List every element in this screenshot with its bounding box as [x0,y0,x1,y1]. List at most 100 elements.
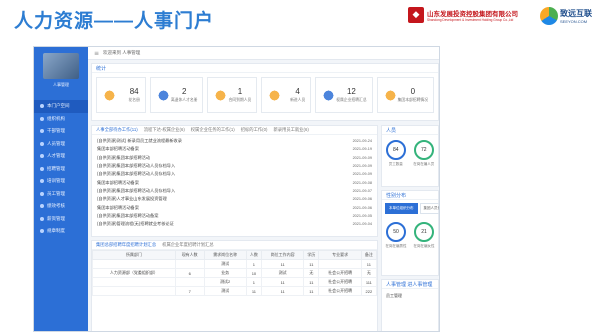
table-cell: 11 [245,286,263,296]
summary-tabs: 集团总部招聘年度招聘计划汇总 权属企业年度招聘计划汇总 [92,241,377,250]
task-date: 2021-09-06 [352,205,372,210]
table-cell: 社会公开招聘 [318,286,362,296]
talent-icon [40,154,44,159]
sidebar-item-staff[interactable]: 员工管理 [34,188,88,201]
table-cell: 测试 [203,259,247,269]
table-header-cell: 备注 [360,250,378,260]
stat-card[interactable]: 0 集团本部招聘情况 [376,77,434,113]
table-header-cell: 专业要求 [318,250,362,260]
task-date: 2021-09-06 [352,197,372,202]
task-title[interactable]: 集团本部招聘活动备案 [97,205,314,211]
task-row[interactable]: 集团本部招聘活动备案 2021-09-19 [97,145,372,153]
kpi-icon [40,204,44,209]
dist-tab[interactable]: 集团人员分布 [419,203,439,214]
task-row[interactable]: 集团本部招聘活动备案 2021-09-08 [97,178,372,186]
task-tab[interactable]: 权属企业任务的工作(1) [191,127,235,133]
task-title[interactable]: (自供资源)人才事业山东发展投资管理 [97,196,314,202]
table-row: 测试2 1 11 11 社会公开招聘 111 [92,277,378,287]
table-cell: 11 [303,259,320,269]
staff-icon [40,191,44,196]
task-title[interactable]: (自供资源)集团本部招聘活动人员存档导入 [97,163,314,169]
avatar[interactable] [43,53,79,79]
sidebar-item-rules[interactable]: 规章制度 [34,225,88,238]
sidebar-item-label: 干部管理 [47,128,65,134]
stat-circle: 21 在岗在编女性 [414,222,435,249]
task-row[interactable]: (自供资源)集团本部招聘活动备案 2021-09-05 [97,212,372,220]
table-cell [174,259,205,269]
portal-window: 人事管理 本门户空间 组织机构 干部管理 人员管理 人才管理 招聘管理 培训管理… [33,46,440,332]
sidebar-item-kpi[interactable]: 绩效考核 [34,200,88,213]
area-icon [267,87,283,103]
stat-card[interactable]: 12 权属企业招聘汇总 [315,77,373,113]
sidebar-item-salary[interactable]: 薪资管理 [34,213,88,226]
dist-tab[interactable]: 本单位组织分布 [385,203,418,214]
table-cell: 10 [245,268,263,278]
summary-tab[interactable]: 权属企业年度招聘计划汇总 [162,242,214,248]
seeyon-logo-mark [540,7,558,25]
stat-number: 84 [129,87,139,96]
task-title[interactable]: 集团本部招聘活动备案 [97,180,314,186]
table-cell: 11 [261,277,305,287]
bar-icon [213,87,229,103]
task-row[interactable]: (自供资源)管理流程(无)招聘就业考核论证 2021-09-04 [97,220,372,228]
sdic-name-cn: 山东发展投资控股集团有限公司 [427,11,518,18]
task-title[interactable]: (自供资源)集团本部招聘活动人员存档导入 [97,188,314,194]
mgmt-sub[interactable]: 员工管理 [382,289,438,303]
task-row[interactable]: (自供资源)测试) 新录用员工就业流程最新收录 2021-09-24 [97,137,372,145]
stat-label: 新进人员 [290,98,306,102]
task-date: 2021-09-08 [352,180,372,185]
task-tab[interactable]: 新录用员工就业(6) [273,127,308,133]
sidebar-item-label: 人员管理 [47,140,65,146]
task-title[interactable]: (自供资源)集团本部招聘活动 [97,155,314,161]
sidebar-item-cadre[interactable]: 干部管理 [34,125,88,138]
task-row[interactable]: (自供资源)人才事业山东发展投资管理 2021-09-06 [97,195,372,203]
table-cell: 111 [360,277,378,287]
sidebar-item-label: 员工管理 [47,190,65,196]
table-cell: 11 [360,259,378,269]
task-row[interactable]: 集团本部招聘活动备案 2021-09-06 [97,203,372,211]
table-cell: 业务 [203,268,247,278]
sidebar-item-label: 组织机构 [47,115,65,121]
topbar: ≡ 欢迎来到 人事管理 [88,47,439,60]
sidebar-item-home[interactable]: 本门户空间 [34,100,88,113]
task-date: 2021-09-24 [352,139,372,144]
stats-panel: 统计 84 花名册 2 离退休人才名册 1 合同到期人员 4 新进人员 12 权属企业招聘汇总 0 集… [91,63,439,121]
task-title[interactable]: (自供资源)管理流程(无)招聘就业考核论证 [97,221,314,227]
task-title[interactable]: 集团本部招聘活动备案 [97,146,314,152]
trend-icon [155,87,171,103]
sidebar-item-training[interactable]: 培训管理 [34,175,88,188]
task-date: 2021-09-07 [352,188,372,193]
task-tab[interactable]: 招标的工作(0) [241,127,268,133]
stat-card[interactable]: 4 新进人员 [261,77,312,113]
menu-icon[interactable]: ≡ [94,50,99,57]
sidebar-item-label: 薪资管理 [47,215,65,221]
task-tab[interactable]: 人事全部待办工作(11) [96,127,138,133]
dist-circles: 50 在岗在编男性 21 在岗在编女性 [382,217,438,249]
task-title[interactable]: (自供资源)集团本部招聘活动人员存档导入 [97,171,314,177]
sidebar-item-talent[interactable]: 人才管理 [34,150,88,163]
task-title[interactable]: (自供资源)测试) 新录用员工就业流程最新收录 [97,138,314,144]
stat-card[interactable]: 1 合同到期人员 [207,77,258,113]
sdic-logo-mark: ◆ [408,7,424,23]
sidebar-item-user[interactable]: 人员管理 [34,138,88,151]
stat-card[interactable]: 2 离退休人才名册 [149,77,204,113]
mgmt-title: 人事管理 进人事管理 [382,280,438,289]
table-cell [318,259,362,269]
sidebar-item-label: 绩效考核 [47,203,65,209]
stat-number: 0 [410,87,416,96]
sidebar-item-label: 培训管理 [47,178,65,184]
user-icon [40,141,44,146]
task-row[interactable]: (自供资源)集团本部招聘活动 2021-09-09 [97,154,372,162]
sidebar-item-recruit[interactable]: 招聘管理 [34,163,88,176]
cadre-icon [40,129,44,134]
summary-tab[interactable]: 集团总部招聘年度招聘计划汇总 [96,242,156,248]
task-row[interactable]: (自供资源)集团本部招聘活动人员存档导入 2021-09-07 [97,187,372,195]
stat-card[interactable]: 84 花名册 [96,77,146,113]
table-cell: 社会公开招聘 [318,268,362,278]
task-row[interactable]: (自供资源)集团本部招聘活动人员存档导入 2021-09-09 [97,162,372,170]
table-cell: 测试2 [203,277,247,287]
task-title[interactable]: (自供资源)集团本部招聘活动备案 [97,213,314,219]
sidebar-item-org[interactable]: 组织机构 [34,113,88,126]
task-row[interactable]: (自供资源)集团本部招聘活动人员存档导入 2021-09-09 [97,170,372,178]
task-tab[interactable]: 流程下达-权属企业(6) [144,127,185,133]
